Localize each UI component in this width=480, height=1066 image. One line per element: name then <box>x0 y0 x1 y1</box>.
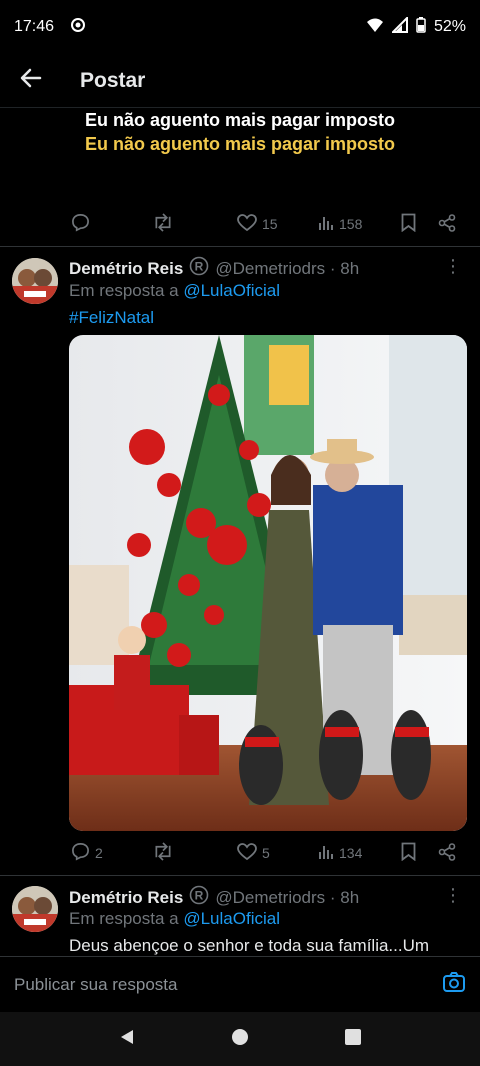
reply-action-bar: 2 5 134 <box>0 833 480 873</box>
reply-composer[interactable]: Publicar sua resposta <box>0 956 480 1012</box>
reply-header: Demétrio Reis R @Demetriodrs · 8h <box>69 885 359 910</box>
nav-recents-icon[interactable] <box>344 1028 362 1051</box>
system-nav-bar <box>0 1012 480 1066</box>
post-action-bar: 15 158 <box>0 204 480 244</box>
heart-icon <box>237 842 257 864</box>
bookmark-button[interactable] <box>401 842 416 864</box>
app-bar: Postar <box>0 54 480 108</box>
avatar[interactable] <box>12 258 58 304</box>
reply-header: Demétrio Reis R @Demetriodrs · 8h <box>69 256 359 281</box>
divider <box>0 875 480 876</box>
nav-back-icon[interactable] <box>118 1028 136 1051</box>
author-name[interactable]: Demétrio Reis <box>69 259 183 279</box>
views-count: 134 <box>339 845 363 861</box>
in-reply-to: Em resposta a @LulaOficial <box>69 281 280 301</box>
bookmark-icon <box>401 213 416 235</box>
more-icon[interactable]: ⋮ <box>444 256 462 277</box>
like-button[interactable]: 5 <box>237 842 270 864</box>
views-icon <box>318 214 334 234</box>
share-button[interactable] <box>438 213 456 235</box>
verified-r-icon: R <box>189 885 209 910</box>
camera-icon[interactable] <box>442 971 466 998</box>
reply-button[interactable] <box>71 213 90 235</box>
back-button[interactable] <box>0 54 62 108</box>
svg-text:R: R <box>195 260 204 274</box>
mention-link[interactable]: @LulaOficial <box>183 281 280 300</box>
svg-text:R: R <box>195 889 204 903</box>
like-count: 15 <box>262 216 278 232</box>
signal-icon <box>390 15 408 38</box>
reply-icon <box>71 842 90 864</box>
share-icon <box>438 842 456 864</box>
views-count: 158 <box>339 216 363 232</box>
avatar[interactable] <box>12 886 58 932</box>
status-bar: 17:46 52% <box>0 0 480 54</box>
battery-icon <box>416 16 426 38</box>
share-button[interactable] <box>438 842 456 864</box>
more-icon[interactable]: ⋮ <box>444 885 462 906</box>
author-handle: @Demetriodrs · 8h <box>215 887 360 907</box>
hashtag-link[interactable]: #FelizNatal <box>69 308 154 328</box>
retweet-button[interactable] <box>152 842 174 864</box>
retweet-button[interactable] <box>152 213 174 235</box>
retweet-icon <box>152 842 174 864</box>
mention-link[interactable]: @LulaOficial <box>183 909 280 928</box>
battery-percent: 52% <box>433 18 466 35</box>
bookmark-button[interactable] <box>401 213 416 235</box>
heart-icon <box>237 213 257 235</box>
page-title: Postar <box>80 68 146 92</box>
bookmark-icon <box>401 842 416 864</box>
settings-dot-icon <box>70 17 86 38</box>
views-button[interactable]: 158 <box>318 214 362 234</box>
reply-input[interactable]: Publicar sua resposta <box>14 975 177 995</box>
views-button[interactable]: 134 <box>318 843 362 863</box>
post-photo[interactable] <box>69 335 467 831</box>
divider <box>0 246 480 247</box>
caption-line-1: Eu não aguento mais pagar imposto <box>84 110 396 130</box>
verified-r-icon: R <box>189 256 209 281</box>
in-reply-prefix: Em resposta a <box>69 909 179 928</box>
views-icon <box>318 843 334 863</box>
like-button[interactable]: 15 <box>237 213 278 235</box>
author-handle: @Demetriodrs · 8h <box>215 258 360 278</box>
wifi-icon <box>366 17 384 38</box>
reply-icon <box>71 213 90 235</box>
in-reply-to: Em resposta a @LulaOficial <box>69 909 280 929</box>
reply-button[interactable]: 2 <box>71 842 103 864</box>
nav-home-icon[interactable] <box>231 1028 249 1051</box>
back-arrow-icon <box>20 67 42 94</box>
like-count: 5 <box>262 845 270 861</box>
reply-count: 2 <box>95 845 103 861</box>
in-reply-prefix: Em resposta a <box>69 281 179 300</box>
share-icon <box>438 213 456 235</box>
caption-line-2: Eu não aguento mais pagar imposto <box>84 134 396 154</box>
post-media-caption[interactable]: Eu não aguento mais pagar imposto Eu não… <box>0 108 480 204</box>
retweet-icon <box>152 213 174 235</box>
status-time: 17:46 <box>14 18 55 35</box>
author-name[interactable]: Demétrio Reis <box>69 888 183 908</box>
